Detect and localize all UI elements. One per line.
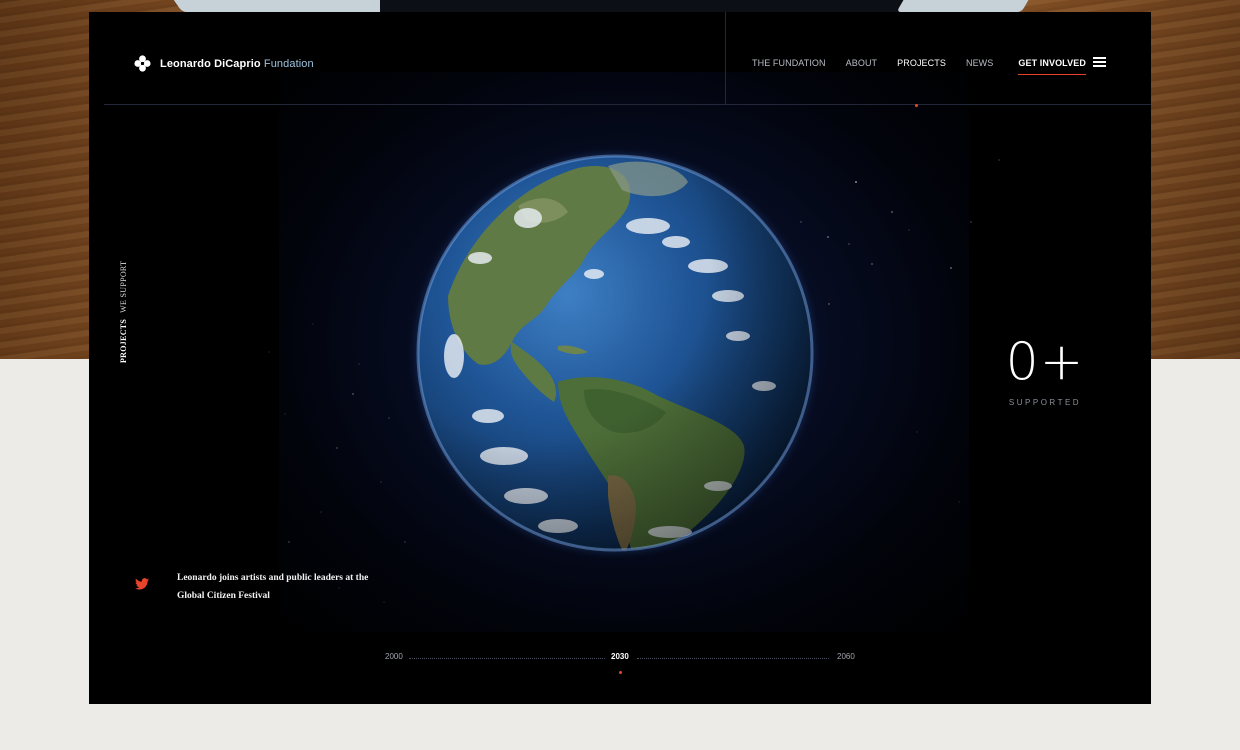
timeline-year-start[interactable]: 2000 [385, 652, 403, 661]
timeline-track-right [637, 658, 829, 659]
supported-count: 0+ [1005, 332, 1085, 392]
header-divider [725, 12, 726, 104]
brand-name-primary: Leonardo DiCaprio [160, 57, 261, 70]
tweet-card[interactable]: Leonardo joins artists and public leader… [135, 569, 392, 605]
hamburger-menu-icon[interactable] [1093, 57, 1106, 67]
device-edge-right [896, 0, 1029, 12]
nav-item-the-fundation[interactable]: THE FUNDATION [752, 58, 826, 73]
brand-name: Leonardo DiCaprio Fundation [160, 58, 314, 70]
supported-counter: 0+ SUPPORTED [1005, 336, 1085, 407]
section-label-strong: PROJECTS [119, 318, 128, 363]
main-nav: THE FUNDATION ABOUT PROJECTS NEWS GET IN… [752, 58, 1086, 75]
timeline-year-end[interactable]: 2060 [837, 652, 855, 661]
clover-logo-icon [134, 55, 151, 72]
timeline-current-marker [619, 671, 622, 674]
device-edge-left [173, 0, 413, 12]
brand-name-accent: Fundation [263, 57, 314, 70]
timeline-year-current[interactable]: 2030 [611, 652, 629, 661]
device-edge-center [380, 0, 920, 12]
twitter-icon [135, 578, 149, 590]
year-timeline: 2000 2030 2060 [385, 652, 857, 682]
nav-item-projects[interactable]: PROJECTS [897, 58, 946, 73]
brand-logo[interactable]: Leonardo DiCaprio Fundation [134, 55, 314, 72]
nav-item-about[interactable]: ABOUT [846, 58, 878, 73]
section-label: PROJECTS WE SUPPORT [119, 243, 133, 363]
nav-item-news[interactable]: NEWS [966, 58, 993, 73]
supported-label: SUPPORTED [1008, 398, 1082, 407]
section-label-rest: WE SUPPORT [119, 260, 128, 313]
nav-position-indicator [915, 104, 918, 107]
get-involved-button[interactable]: GET INVOLVED [1018, 58, 1086, 75]
tweet-text: Leonardo joins artists and public leader… [177, 573, 369, 601]
timeline-track-left [409, 658, 605, 659]
website-screen: Leonardo DiCaprio Fundation THE FUNDATIO… [89, 12, 1151, 704]
earth-globe[interactable] [408, 146, 822, 560]
header-rule [104, 104, 1151, 105]
